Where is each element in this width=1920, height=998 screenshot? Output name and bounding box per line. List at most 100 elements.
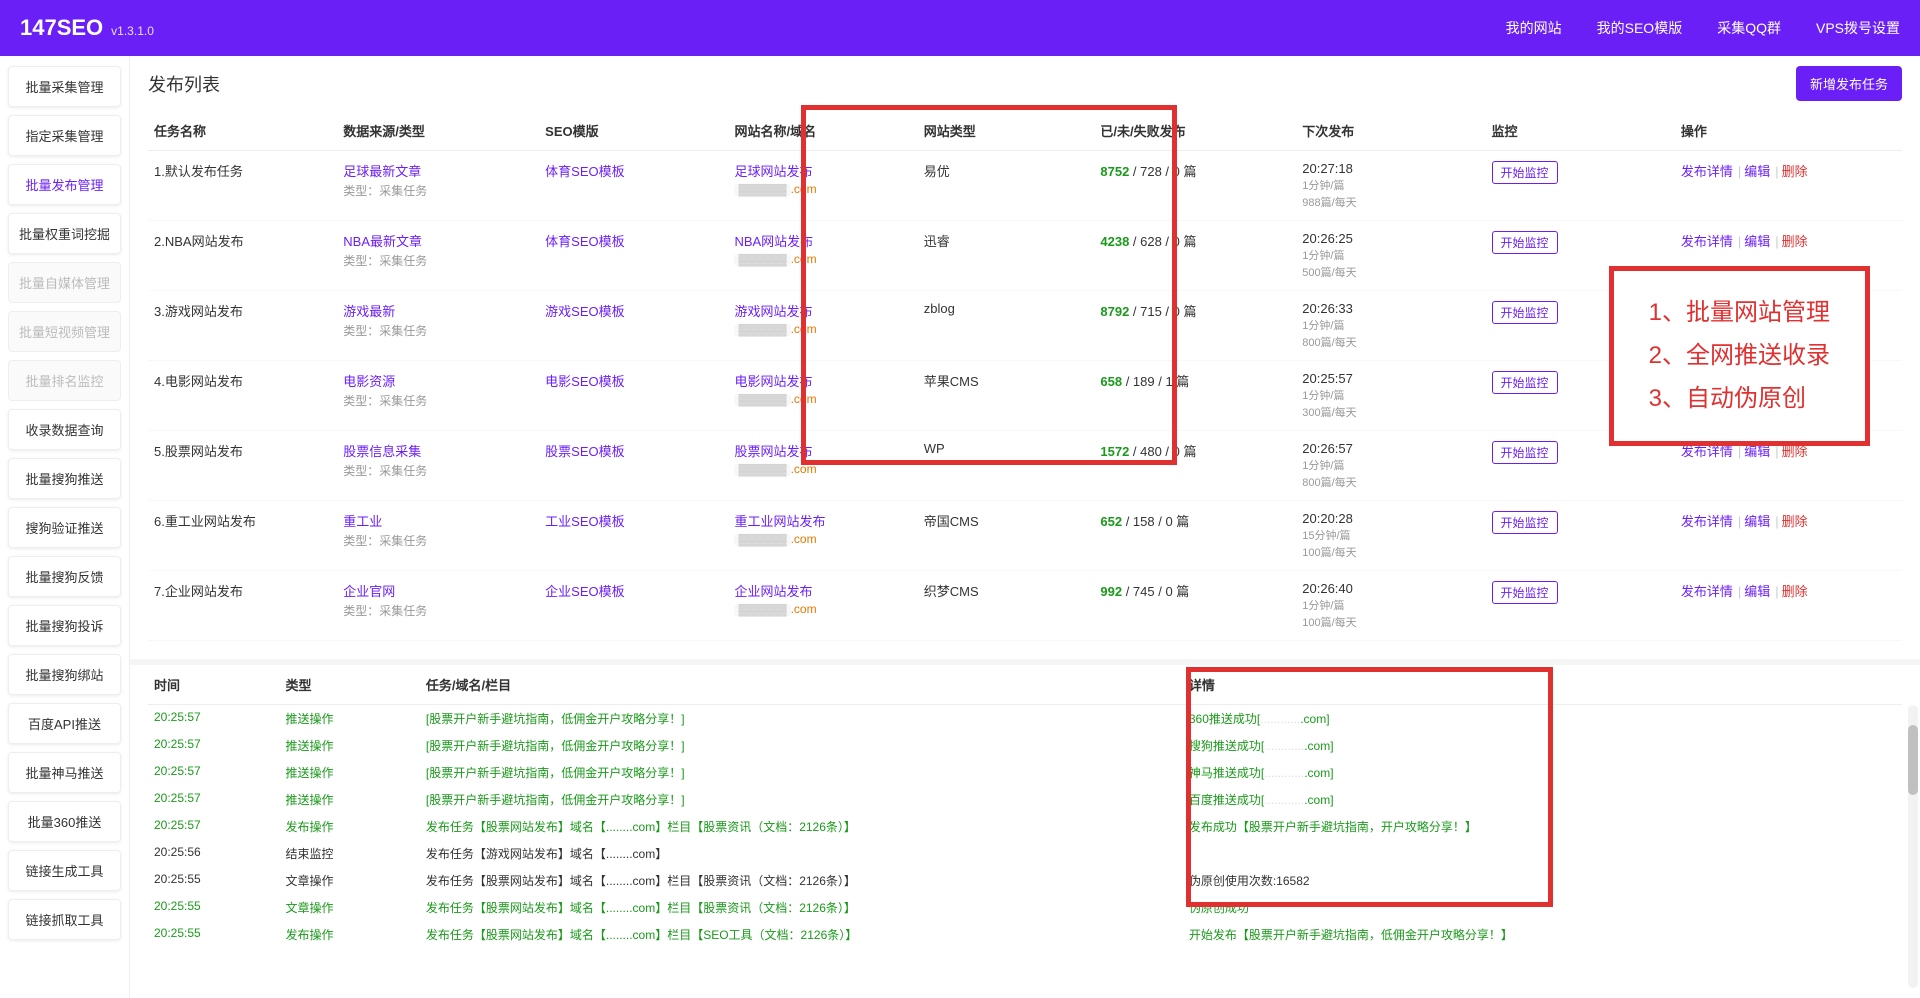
domain-masked: ▓▓▓▓▓▓ bbox=[734, 324, 790, 336]
log-row: 20:25:55发布操作发布任务【股票网站发布】域名【........com】栏… bbox=[148, 921, 1902, 948]
tpl-link[interactable]: 股票SEO模板 bbox=[545, 444, 624, 459]
sidebar-item-8[interactable]: 批量搜狗推送 bbox=[8, 458, 121, 499]
op-detail[interactable]: 发布详情 bbox=[1681, 234, 1733, 249]
log-col-0: 时间 bbox=[148, 665, 280, 705]
sidebar-item-9[interactable]: 搜狗验证推送 bbox=[8, 507, 121, 548]
source-link[interactable]: 重工业 bbox=[343, 514, 382, 529]
op-detail[interactable]: 发布详情 bbox=[1681, 584, 1733, 599]
tpl-link[interactable]: 游戏SEO模板 bbox=[545, 304, 624, 319]
site-link[interactable]: 游戏网站发布 bbox=[734, 304, 812, 319]
sidebar-item-11[interactable]: 批量搜狗投诉 bbox=[8, 605, 121, 646]
op-delete[interactable]: 删除 bbox=[1782, 164, 1808, 179]
publish-row: 1.默认发布任务足球最新文章类型：采集任务体育SEO模板足球网站发布▓▓▓▓▓▓… bbox=[148, 151, 1902, 221]
publish-row: 7.企业网站发布企业官网类型：采集任务企业SEO模板企业网站发布▓▓▓▓▓▓.c… bbox=[148, 571, 1902, 641]
site-link[interactable]: NBA网站发布 bbox=[734, 234, 813, 249]
sidebar-item-2[interactable]: 批量发布管理 bbox=[8, 164, 121, 205]
sidebar-item-7[interactable]: 收录数据查询 bbox=[8, 409, 121, 450]
sidebar-item-10[interactable]: 批量搜狗反馈 bbox=[8, 556, 121, 597]
source-link[interactable]: 足球最新文章 bbox=[343, 164, 421, 179]
sidebar-item-17[interactable]: 链接抓取工具 bbox=[8, 899, 121, 940]
monitor-button[interactable]: 开始监控 bbox=[1492, 441, 1558, 464]
op-detail[interactable]: 发布详情 bbox=[1681, 444, 1733, 459]
nav-my-site[interactable]: 我的网站 bbox=[1506, 18, 1562, 38]
sidebar-item-15[interactable]: 批量360推送 bbox=[8, 801, 121, 842]
log-time: 20:25:56 bbox=[148, 840, 280, 867]
site-link[interactable]: 重工业网站发布 bbox=[734, 514, 825, 529]
log-row: 20:25:55文章操作发布任务【股票网站发布】域名【........com】栏… bbox=[148, 867, 1902, 894]
monitor-button[interactable]: 开始监控 bbox=[1492, 161, 1558, 184]
log-type: 发布操作 bbox=[280, 813, 420, 840]
log-scrollbar-thumb[interactable] bbox=[1908, 725, 1918, 795]
next-time: 20:25:57 bbox=[1302, 371, 1479, 386]
log-row: 20:25:56结束监控发布任务【游戏网站发布】域名【........com】 bbox=[148, 840, 1902, 867]
log-row: 20:25:57推送操作[股票开户新手避坑指南，低佣金开户攻略分享！]神马推送成… bbox=[148, 759, 1902, 786]
sidebar-item-3[interactable]: 批量权重词挖掘 bbox=[8, 213, 121, 254]
monitor-button[interactable]: 开始监控 bbox=[1492, 301, 1558, 324]
monitor-button[interactable]: 开始监控 bbox=[1492, 371, 1558, 394]
source-link[interactable]: 电影资源 bbox=[343, 374, 395, 389]
op-delete[interactable]: 删除 bbox=[1782, 514, 1808, 529]
source-type: 类型：采集任务 bbox=[343, 252, 533, 269]
task-name: 2.NBA网站发布 bbox=[148, 221, 337, 291]
op-delete[interactable]: 删除 bbox=[1782, 234, 1808, 249]
log-detail: 360推送成功[.............com] bbox=[1183, 705, 1902, 733]
sidebar-item-1[interactable]: 指定采集管理 bbox=[8, 115, 121, 156]
site-link[interactable]: 企业网站发布 bbox=[734, 584, 812, 599]
domain-masked: ▓▓▓▓▓▓ bbox=[734, 534, 790, 546]
log-task: [股票开户新手避坑指南，低佣金开户攻略分享！] bbox=[420, 732, 1183, 759]
add-publish-task-button[interactable]: 新增发布任务 bbox=[1796, 66, 1902, 101]
source-link[interactable]: 游戏最新 bbox=[343, 304, 395, 319]
sidebar-item-14[interactable]: 批量神马推送 bbox=[8, 752, 121, 793]
tpl-link[interactable]: 体育SEO模板 bbox=[545, 164, 624, 179]
tpl-link[interactable]: 电影SEO模板 bbox=[545, 374, 624, 389]
op-delete[interactable]: 删除 bbox=[1782, 444, 1808, 459]
op-edit[interactable]: 编辑 bbox=[1744, 234, 1770, 249]
tpl-link[interactable]: 工业SEO模板 bbox=[545, 514, 624, 529]
site-link[interactable]: 足球网站发布 bbox=[734, 164, 812, 179]
monitor-button[interactable]: 开始监控 bbox=[1492, 231, 1558, 254]
site-type: WP bbox=[918, 431, 1095, 501]
log-time: 20:25:57 bbox=[148, 759, 280, 786]
log-scrollbar[interactable] bbox=[1908, 705, 1918, 988]
sidebar-item-0[interactable]: 批量采集管理 bbox=[8, 66, 121, 107]
sidebar-item-12[interactable]: 批量搜狗绑站 bbox=[8, 654, 121, 695]
source-link[interactable]: 股票信息采集 bbox=[343, 444, 421, 459]
op-delete[interactable]: 删除 bbox=[1782, 584, 1808, 599]
publish-col-3: 网站名称/域名 bbox=[728, 111, 917, 151]
tpl-link[interactable]: 企业SEO模板 bbox=[545, 584, 624, 599]
publish-count: 8792 / 715 / 0 篇 bbox=[1094, 291, 1296, 361]
publish-title: 发布列表 bbox=[148, 71, 220, 97]
header-nav: 我的网站 我的SEO模版 采集QQ群 VPS拨号设置 bbox=[1506, 18, 1900, 38]
source-type: 类型：采集任务 bbox=[343, 602, 533, 619]
log-task: 发布任务【游戏网站发布】域名【........com】 bbox=[420, 840, 1183, 867]
log-task: 发布任务【股票网站发布】域名【........com】栏目【股票资讯（文档：21… bbox=[420, 867, 1183, 894]
op-edit[interactable]: 编辑 bbox=[1744, 584, 1770, 599]
log-row: 20:25:57推送操作[股票开户新手避坑指南，低佣金开户攻略分享！]百度推送成… bbox=[148, 786, 1902, 813]
source-link[interactable]: NBA最新文章 bbox=[343, 234, 422, 249]
site-link[interactable]: 电影网站发布 bbox=[734, 374, 812, 389]
source-link[interactable]: 企业官网 bbox=[343, 584, 395, 599]
site-link[interactable]: 股票网站发布 bbox=[734, 444, 812, 459]
site-type: 帝国CMS bbox=[918, 501, 1095, 571]
nav-seo-template[interactable]: 我的SEO模版 bbox=[1597, 18, 1683, 38]
nav-vps-dial[interactable]: VPS拨号设置 bbox=[1816, 18, 1900, 38]
nav-qq-group[interactable]: 采集QQ群 bbox=[1717, 18, 1781, 38]
op-detail[interactable]: 发布详情 bbox=[1681, 164, 1733, 179]
tpl-link[interactable]: 体育SEO模板 bbox=[545, 234, 624, 249]
publish-panel: 发布列表 新增发布任务 任务名称数据来源/类型SEO模版网站名称/域名网站类型已… bbox=[130, 56, 1920, 659]
sidebar-item-16[interactable]: 链接生成工具 bbox=[8, 850, 121, 891]
log-detail: 神马推送成功[.............com] bbox=[1183, 759, 1902, 786]
monitor-button[interactable]: 开始监控 bbox=[1492, 581, 1558, 604]
op-detail[interactable]: 发布详情 bbox=[1681, 514, 1733, 529]
op-edit[interactable]: 编辑 bbox=[1744, 164, 1770, 179]
log-time: 20:25:57 bbox=[148, 705, 280, 733]
op-edit[interactable]: 编辑 bbox=[1744, 514, 1770, 529]
monitor-button[interactable]: 开始监控 bbox=[1492, 511, 1558, 534]
op-edit[interactable]: 编辑 bbox=[1744, 444, 1770, 459]
log-row: 20:25:57推送操作[股票开户新手避坑指南，低佣金开户攻略分享！]搜狗推送成… bbox=[148, 732, 1902, 759]
publish-count: 4238 / 628 / 0 篇 bbox=[1094, 221, 1296, 291]
sidebar-item-13[interactable]: 百度API推送 bbox=[8, 703, 121, 744]
task-name: 6.重工业网站发布 bbox=[148, 501, 337, 571]
log-detail: 伪原创使用次数:16582 bbox=[1183, 867, 1902, 894]
log-task: 发布任务【股票网站发布】域名【........com】栏目【股票资讯（文档：21… bbox=[420, 813, 1183, 840]
